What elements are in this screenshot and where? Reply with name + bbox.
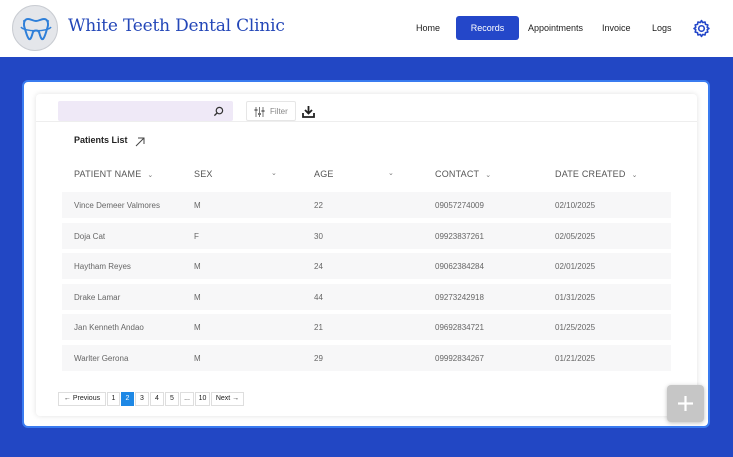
cell-age: 29 [314,354,323,363]
nav-records[interactable]: Records [456,16,519,40]
cell-patient-name: Vince Demeer Valmores [74,201,160,210]
cell-patient-name: Drake Lamar [74,293,121,302]
cell-sex: M [194,262,201,271]
cell-age: 22 [314,201,323,210]
gear-icon[interactable] [692,19,711,43]
nav-appointments[interactable]: Appointments [528,23,583,33]
table-row[interactable]: Vince Demeer Valmores M 22 09057274009 0… [62,192,671,218]
pagination-page[interactable]: 1 [107,392,120,406]
search-icon[interactable] [213,104,224,122]
cell-date-created: 01/31/2025 [555,293,596,302]
pagination-page[interactable]: 5 [165,392,179,406]
cell-date-created: 01/25/2025 [555,323,596,332]
pagination-page[interactable]: 4 [150,392,164,406]
toolbar-divider [36,121,697,122]
table-row[interactable]: Jan Kenneth Andao M 21 09692834721 01/25… [62,314,671,340]
plus-icon [678,396,693,411]
top-navbar: White Teeth Dental Clinic Home Records A… [0,0,733,57]
cell-sex: M [194,323,201,332]
cell-age: 30 [314,232,323,241]
cell-contact: 09062384284 [435,262,484,271]
chevron-down-icon: ⌄ [147,172,154,179]
table-row[interactable]: Warlter Gerona M 29 09992834267 01/21/20… [62,345,671,371]
filter-sliders-icon [254,107,265,117]
cell-contact: 09923837261 [435,232,484,241]
pagination-next[interactable]: Next → [211,392,244,406]
filter-button[interactable]: Filter [246,101,296,121]
chevron-down-icon[interactable]: ⌄ [271,169,277,177]
arrow-up-right-icon[interactable] [135,134,145,152]
column-header-age[interactable]: AGE [314,169,334,179]
cell-patient-name: Haytham Reyes [74,262,131,271]
pagination-page[interactable]: 3 [135,392,149,406]
cell-sex: M [194,293,201,302]
nav-logs[interactable]: Logs [652,23,672,33]
cell-age: 44 [314,293,323,302]
add-patient-button[interactable] [667,385,704,422]
column-header-sex[interactable]: SEX [194,169,213,179]
nav-home[interactable]: Home [416,23,440,33]
list-title: Patients List [74,135,128,145]
cell-sex: M [194,201,201,210]
column-header-date-created[interactable]: DATE CREATED ⌄ [555,169,638,179]
cell-patient-name: Jan Kenneth Andao [74,323,144,332]
cell-contact: 09057274009 [435,201,484,210]
pagination-ellipsis: ... [180,392,194,406]
pagination-previous[interactable]: ← Previous [58,392,106,406]
search-input[interactable] [58,101,233,121]
pagination-page-current[interactable]: 2 [121,392,134,406]
chevron-down-icon: ⌄ [631,172,638,179]
cell-date-created: 02/10/2025 [555,201,596,210]
cell-patient-name: Doja Cat [74,232,106,241]
column-header-patient-name[interactable]: PATIENT NAME ⌄ [74,169,154,179]
chevron-down-icon: ⌄ [485,172,492,179]
table-row[interactable]: Doja Cat F 30 09923837261 02/05/2025 [62,223,671,249]
cell-contact: 09273242918 [435,293,484,302]
cell-age: 24 [314,262,323,271]
cell-age: 21 [314,323,323,332]
cell-date-created: 02/01/2025 [555,262,596,271]
chevron-down-icon[interactable]: ⌄ [388,169,394,177]
pagination-page[interactable]: 10 [195,392,210,406]
tooth-logo-icon [12,5,58,51]
table-row[interactable]: Haytham Reyes M 24 09062384284 02/01/202… [62,253,671,279]
column-header-contact[interactable]: CONTACT ⌄ [435,169,491,179]
table-row[interactable]: Drake Lamar M 44 09273242918 01/31/2025 [62,284,671,310]
filter-label: Filter [270,107,288,116]
cell-sex: F [194,232,199,241]
cell-patient-name: Warlter Gerona [74,354,129,363]
brand-title: White Teeth Dental Clinic [68,16,285,36]
cell-contact: 09692834721 [435,323,484,332]
nav-invoice[interactable]: Invoice [602,23,631,33]
cell-date-created: 02/05/2025 [555,232,596,241]
cell-sex: M [194,354,201,363]
cell-contact: 09992834267 [435,354,484,363]
cell-date-created: 01/21/2025 [555,354,596,363]
